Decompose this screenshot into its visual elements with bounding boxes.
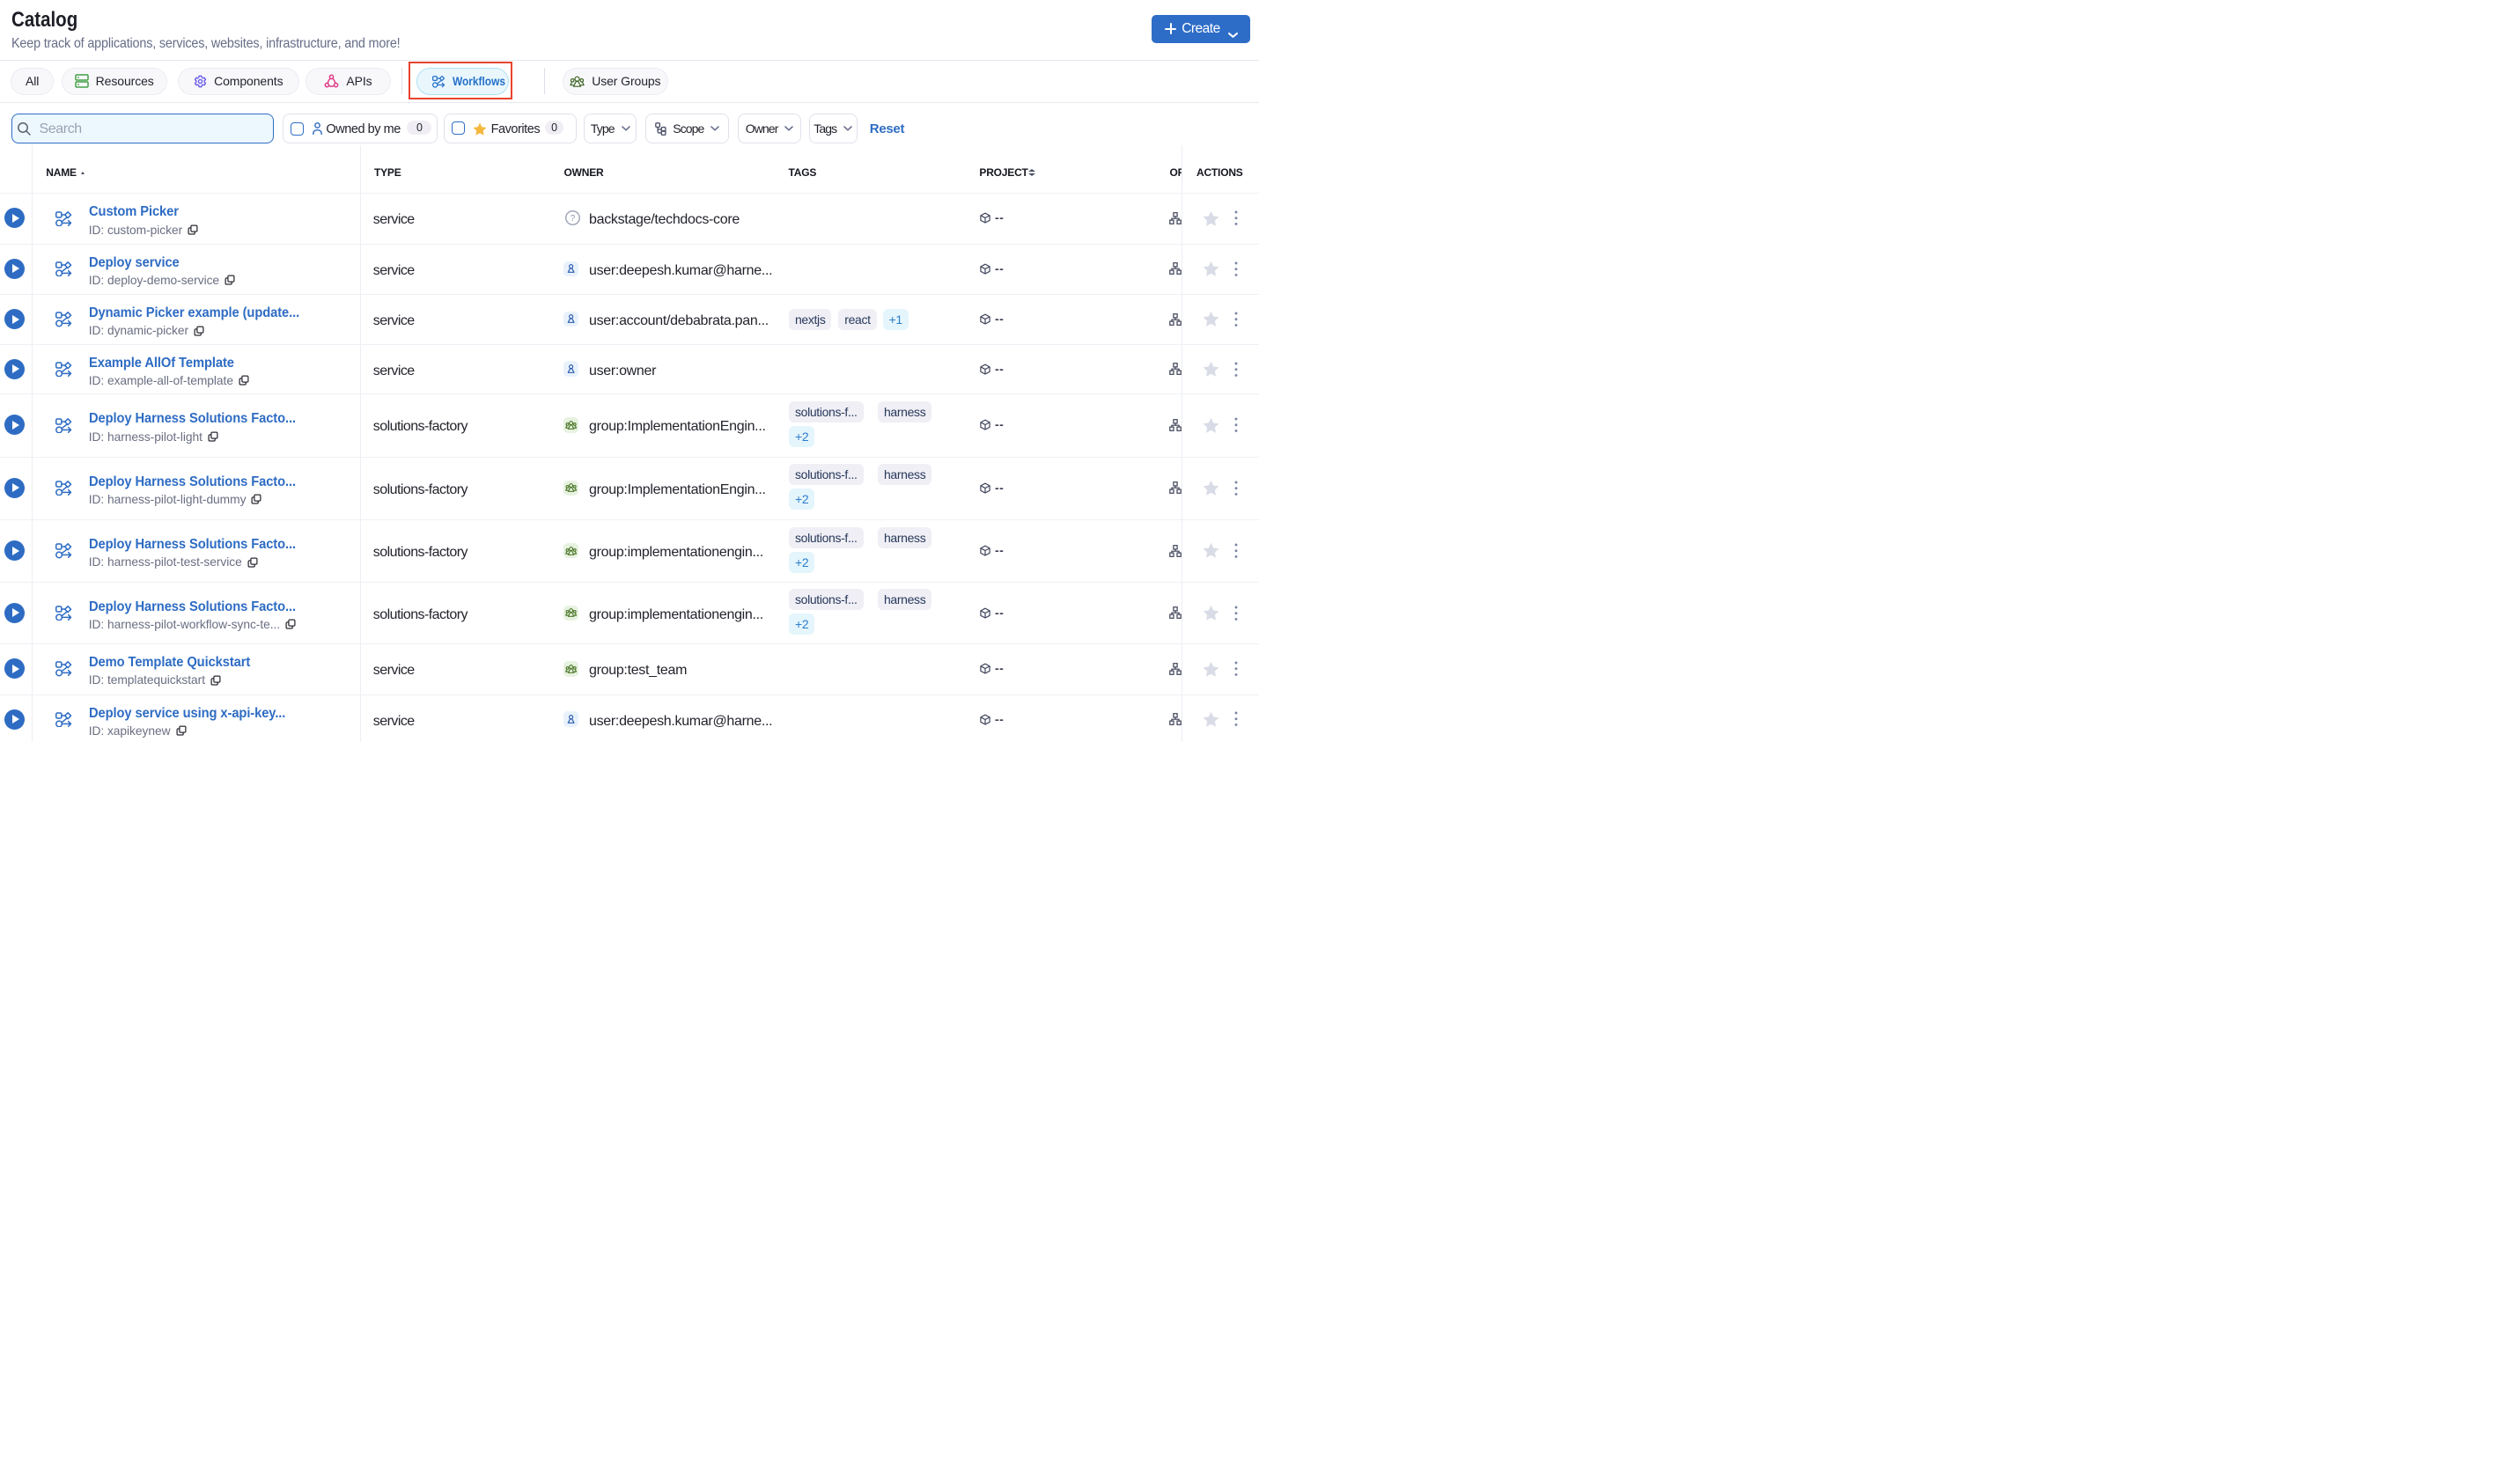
svg-text:?: ? — [571, 214, 576, 224]
